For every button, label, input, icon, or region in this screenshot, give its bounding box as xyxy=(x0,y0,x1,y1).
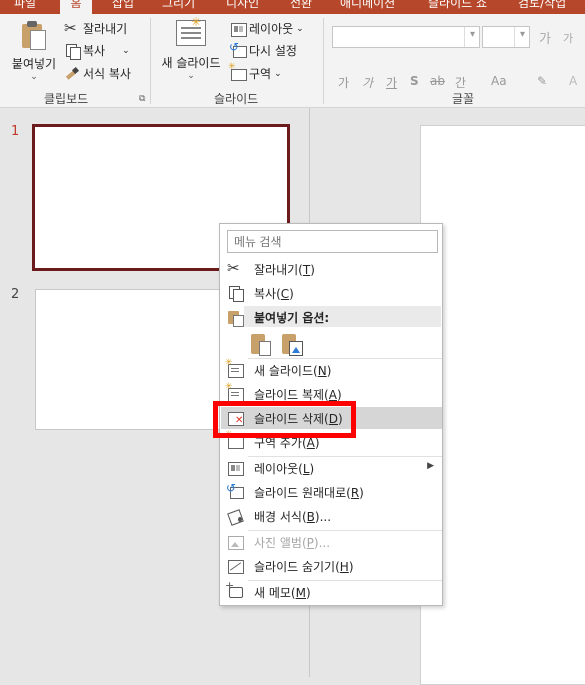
duplicate-slide-icon: ✳ xyxy=(225,382,244,402)
copy-button[interactable]: 복사 ⌄ xyxy=(64,42,130,60)
font-color-button[interactable]: A xyxy=(569,74,577,88)
section-label: 구역 xyxy=(249,67,272,81)
chevron-down-icon: ⌄ xyxy=(296,23,304,34)
layout-icon xyxy=(230,21,247,37)
layout-label: 레이아웃 xyxy=(249,22,294,36)
change-case-button[interactable]: Aa xyxy=(491,74,507,88)
chevron-down-icon: ⌄ xyxy=(274,68,282,79)
tab-home[interactable]: 홈 xyxy=(60,0,92,14)
menu-item-copy[interactable]: 복사(C) xyxy=(221,282,442,304)
menu-item-photo-album: 사진 앨범(P)... xyxy=(221,531,442,553)
hide-slide-icon xyxy=(227,558,244,574)
tab-file[interactable]: 파일 xyxy=(14,0,36,11)
new-slide-label: 새 슬라이드 xyxy=(161,56,221,70)
tab-animations[interactable]: 애니메이션 xyxy=(340,0,395,11)
italic-button[interactable]: 가 xyxy=(362,74,373,91)
grow-font-button[interactable]: 가 xyxy=(539,28,551,47)
format-painter-label: 서식 복사 xyxy=(83,67,131,81)
reset-slide-icon xyxy=(226,481,244,500)
chevron-down-icon[interactable]: ⌄ xyxy=(158,71,224,81)
underline-button[interactable]: 가 xyxy=(386,74,397,91)
section-icon: ✳ xyxy=(228,62,247,82)
tab-draw[interactable]: 그리기 xyxy=(162,0,195,11)
section-button[interactable]: ✳ 구역 ⌄ xyxy=(228,62,282,82)
shadow-button[interactable]: S xyxy=(410,74,419,88)
new-slide-icon: ✳ xyxy=(225,358,244,378)
highlight-box xyxy=(213,401,356,438)
reset-button[interactable]: 다시 설정 xyxy=(229,40,297,59)
menu-item-cut[interactable]: 잘라내기(T) xyxy=(221,258,442,280)
copy-icon xyxy=(64,43,81,60)
clipboard-icon xyxy=(227,309,244,327)
new-comment-icon xyxy=(225,579,243,600)
reset-icon xyxy=(229,40,247,59)
menu-item-new-slide[interactable]: ✳ 새 슬라이드(N) xyxy=(221,358,442,381)
menu-item-format-background[interactable]: 배경 서식(B)... xyxy=(221,505,442,527)
format-background-icon xyxy=(227,508,243,524)
menu-item-reset-slide[interactable]: 슬라이드 원래대로(R) xyxy=(221,481,442,503)
font-name-combobox[interactable] xyxy=(332,26,480,48)
font-size-combobox[interactable] xyxy=(482,26,530,48)
shrink-font-button[interactable]: 가 xyxy=(563,30,573,46)
slide-canvas[interactable] xyxy=(420,125,585,685)
reset-label: 다시 설정 xyxy=(249,44,297,58)
highlight-color-button[interactable]: ✎ xyxy=(537,74,547,88)
paste-options-header: 붙여넣기 옵션: xyxy=(244,306,441,327)
menu-item-layout[interactable]: 레이아웃(L) ▶ xyxy=(221,457,442,479)
strikethrough-button[interactable]: ab xyxy=(430,74,445,88)
cut-label: 잘라내기 xyxy=(83,22,128,36)
ribbon: 붙여넣기 ⌄ 잘라내기 복사 ⌄ 서식 복사 클립보드 ⧉ ✳ 새 슬라이드 ⌄… xyxy=(0,14,585,108)
ribbon-tab-strip: 파일 홈 삽입 그리기 디자인 전환 애니메이션 슬라이드 쇼 검토/작업 xyxy=(0,0,585,14)
cut-button[interactable]: 잘라내기 xyxy=(64,19,128,37)
slide-number: 1 xyxy=(11,124,20,139)
layout-icon xyxy=(227,460,244,476)
group-separator xyxy=(150,18,151,104)
paste-button[interactable]: 붙여넣기 ⌄ xyxy=(8,20,60,82)
slides-group-label: 슬라이드 xyxy=(214,92,259,106)
character-spacing-button[interactable]: 간 xyxy=(455,74,466,91)
menu-item-new-comment[interactable]: 새 메모(M) xyxy=(221,579,442,603)
submenu-arrow-icon: ▶ xyxy=(427,461,434,471)
font-group-label: 글꼴 xyxy=(452,92,475,106)
scissors-icon xyxy=(64,19,80,37)
paste-icon xyxy=(20,20,48,50)
clipboard-group-label: 클립보드 xyxy=(44,92,89,106)
paste-as-picture-button[interactable] xyxy=(281,332,305,358)
new-slide-icon: ✳ xyxy=(176,15,206,46)
tab-review[interactable]: 검토/작업 xyxy=(518,0,566,11)
menu-item-hide-slide[interactable]: 슬라이드 숨기기(H) xyxy=(221,555,442,577)
group-separator xyxy=(323,18,324,104)
bold-button[interactable]: 가 xyxy=(338,74,349,91)
new-slide-button[interactable]: ✳ 새 슬라이드 ⌄ xyxy=(158,15,224,81)
format-painter-button[interactable]: 서식 복사 xyxy=(64,65,131,82)
tab-slideshow[interactable]: 슬라이드 쇼 xyxy=(428,0,487,11)
menu-search-input[interactable] xyxy=(227,230,438,253)
layout-button[interactable]: 레이아웃 ⌄ xyxy=(230,20,304,37)
tab-design[interactable]: 디자인 xyxy=(226,0,259,11)
scissors-icon xyxy=(227,259,243,277)
dialog-launcher-icon[interactable]: ⧉ xyxy=(139,94,145,104)
brush-icon xyxy=(64,66,80,82)
paste-label: 붙여넣기 xyxy=(11,57,57,71)
tab-insert[interactable]: 삽입 xyxy=(112,0,134,11)
tab-transitions[interactable]: 전환 xyxy=(290,0,312,11)
slide-number: 2 xyxy=(11,287,20,302)
copy-label: 복사 xyxy=(83,44,106,58)
copy-icon xyxy=(227,285,244,302)
chevron-down-icon[interactable]: ⌄ xyxy=(8,72,60,82)
paste-keep-source-formatting-button[interactable] xyxy=(250,332,274,358)
chevron-down-icon[interactable]: ⌄ xyxy=(122,46,130,56)
photo-album-icon xyxy=(227,534,244,550)
